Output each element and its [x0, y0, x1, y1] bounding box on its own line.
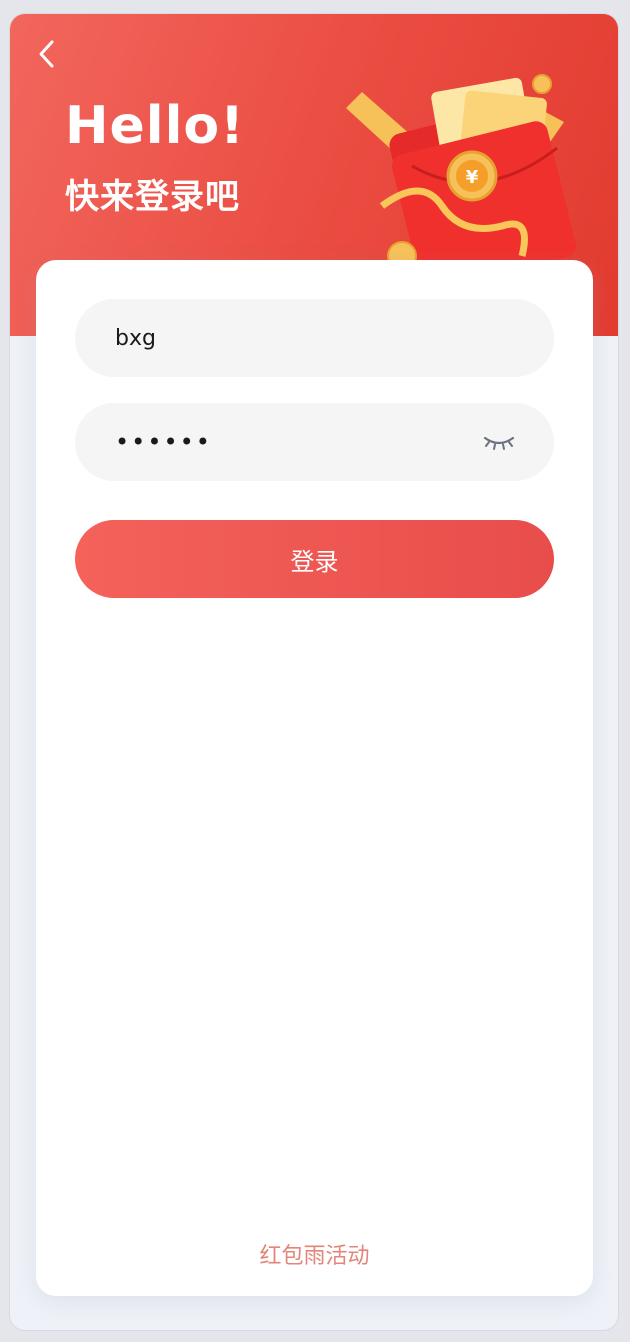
back-button[interactable] [32, 36, 62, 72]
chevron-left-icon [39, 40, 54, 68]
closed-eye-icon[interactable] [482, 429, 516, 453]
login-screen: Hello! 快来登录吧 ¥ bxg •••••• 登录 红包雨活动 [9, 13, 619, 1331]
password-field[interactable]: •••••• [75, 403, 554, 481]
red-envelope-illustration: ¥ [346, 74, 577, 281]
svg-text:¥: ¥ [466, 167, 479, 188]
username-value: bxg [115, 325, 156, 351]
hello-heading: Hello! [65, 96, 245, 156]
login-card: bxg •••••• 登录 红包雨活动 [36, 260, 593, 1296]
red-packet-rain-link[interactable]: 红包雨活动 [36, 1238, 593, 1270]
login-subtitle: 快来登录吧 [65, 177, 240, 217]
password-value: •••••• [115, 428, 212, 456]
login-button[interactable]: 登录 [75, 520, 554, 598]
username-field[interactable]: bxg [75, 299, 554, 377]
